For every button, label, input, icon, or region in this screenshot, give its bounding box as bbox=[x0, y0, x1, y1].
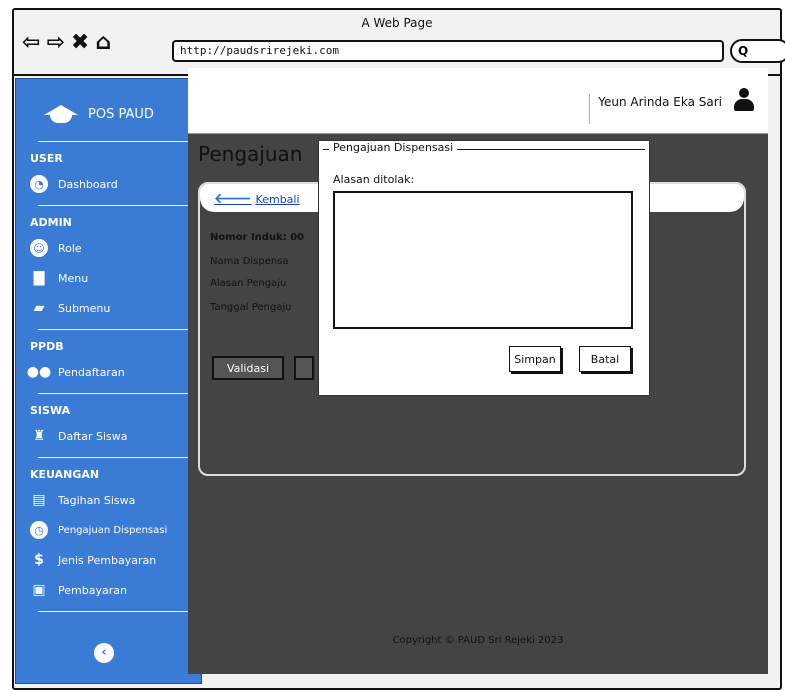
dollar-icon: $ bbox=[34, 552, 44, 568]
search-icon[interactable]: Q bbox=[730, 39, 785, 63]
user-name[interactable]: Yeun Arinda Eka Sari bbox=[589, 94, 722, 124]
sidebar-item-tagihan-siswa[interactable]: ▤ Tagihan Siswa bbox=[16, 485, 201, 515]
field-nomor-induk: Nomor Induk: 00 bbox=[210, 232, 305, 243]
sidebar-item-pendaftaran[interactable]: ●● Pendaftaran bbox=[16, 357, 201, 387]
back-label: Kembali bbox=[255, 193, 300, 206]
sidebar-divider bbox=[38, 205, 189, 206]
page-title: Pengajuan bbox=[198, 142, 303, 166]
sidebar-heading-keuangan: KEUANGAN bbox=[30, 468, 100, 481]
sidebar-item-label: Pembayaran bbox=[58, 583, 127, 597]
sidebar-item-jenis-pembayaran[interactable]: $ Jenis Pembayaran bbox=[16, 545, 201, 575]
chevron-left-icon[interactable]: ‹ bbox=[94, 643, 114, 663]
sidebar: POS PAUD USER ◔ Dashboard ADMIN ☺ Role ▇… bbox=[15, 78, 202, 684]
topbar: Yeun Arinda Eka Sari bbox=[188, 68, 768, 134]
sidebar-item-label: Tagihan Siswa bbox=[58, 493, 136, 507]
sidebar-item-label: Menu bbox=[58, 271, 89, 285]
sidebar-heading-admin: ADMIN bbox=[30, 216, 72, 229]
field-alasan: Alasan Pengaju bbox=[210, 278, 287, 289]
sidebar-item-dashboard[interactable]: ◔ Dashboard bbox=[16, 169, 201, 199]
window-title: A Web Page bbox=[361, 16, 433, 30]
user-icon[interactable] bbox=[734, 88, 754, 116]
graduation-cap-icon bbox=[44, 105, 78, 123]
brand-label: POS PAUD bbox=[88, 106, 154, 122]
field-nama: Nama Dispensa bbox=[210, 256, 289, 267]
browser-nav: ⇦ ⇨ ✖ ⌂ bbox=[22, 32, 111, 54]
sidebar-item-label: Role bbox=[58, 241, 82, 255]
dispensasi-modal: Pengajuan Dispensasi Alasan ditolak: Sim… bbox=[318, 140, 650, 396]
sidebar-item-submenu[interactable]: ▰ Submenu bbox=[16, 293, 201, 323]
modal-title: Pengajuan Dispensasi bbox=[329, 141, 458, 154]
stop-icon[interactable]: ✖ bbox=[71, 32, 89, 54]
sidebar-item-pembayaran[interactable]: ▣ Pembayaran bbox=[16, 575, 201, 605]
sidebar-item-label: Submenu bbox=[58, 301, 111, 315]
sidebar-item-label: Dashboard bbox=[58, 177, 118, 191]
sidebar-item-pengajuan-dispensasi[interactable]: ◷ Pengajuan Dispensasi bbox=[16, 515, 201, 545]
tolak-button[interactable] bbox=[294, 356, 314, 380]
sidebar-item-daftar-siswa[interactable]: ♜ Daftar Siswa bbox=[16, 421, 201, 451]
sidebar-item-label: Jenis Pembayaran bbox=[58, 553, 157, 567]
sidebar-item-label: Pengajuan Dispensasi bbox=[58, 524, 168, 536]
sidebar-divider bbox=[38, 329, 189, 330]
simpan-button[interactable]: Simpan bbox=[509, 346, 561, 372]
sidebar-divider bbox=[38, 611, 189, 612]
sidebar-divider bbox=[38, 393, 189, 394]
arrow-left-icon: 🡐 bbox=[214, 191, 252, 207]
url-bar[interactable]: http://paudsrirejeki.com bbox=[172, 40, 724, 62]
dashboard-gauge-icon: ◔ bbox=[30, 175, 48, 193]
folder-open-icon: ▰ bbox=[33, 300, 45, 316]
sidebar-divider bbox=[38, 457, 189, 458]
users-icon: ●● bbox=[26, 364, 52, 380]
alasan-textarea[interactable] bbox=[333, 191, 633, 329]
clock-icon: ◷ bbox=[30, 521, 48, 539]
sidebar-heading-ppdb: PPDB bbox=[30, 340, 64, 353]
home-icon[interactable]: ⌂ bbox=[95, 32, 111, 54]
student-icon: ♜ bbox=[32, 428, 46, 444]
footer-copyright: Copyright © PAUD Sri Rejeki 2023 bbox=[392, 635, 564, 646]
forward-arrow-icon[interactable]: ⇨ bbox=[46, 32, 64, 54]
sidebar-item-menu[interactable]: ▇ Menu bbox=[16, 263, 201, 293]
back-arrow-icon[interactable]: ⇦ bbox=[22, 32, 40, 54]
sidebar-heading-user: USER bbox=[30, 152, 63, 165]
back-link[interactable]: 🡐 Kembali bbox=[214, 190, 300, 207]
sidebar-heading-siswa: SISWA bbox=[30, 404, 71, 417]
sidebar-item-label: Pendaftaran bbox=[58, 365, 125, 379]
batal-button[interactable]: Batal bbox=[579, 346, 631, 372]
sidebar-item-label: Daftar Siswa bbox=[58, 429, 128, 443]
brand[interactable]: POS PAUD bbox=[16, 79, 201, 135]
file-text-icon: ▤ bbox=[32, 492, 46, 508]
alasan-label: Alasan ditolak: bbox=[333, 173, 415, 186]
validasi-button[interactable]: Validasi bbox=[212, 356, 284, 380]
money-bill-icon: ▣ bbox=[32, 582, 46, 598]
field-tanggal: Tanggal Pengaju bbox=[210, 302, 292, 313]
sidebar-item-role[interactable]: ☺ Role bbox=[16, 233, 201, 263]
sidebar-divider bbox=[38, 141, 189, 142]
accessibility-icon: ☺ bbox=[30, 239, 48, 257]
folder-icon: ▇ bbox=[33, 270, 45, 286]
